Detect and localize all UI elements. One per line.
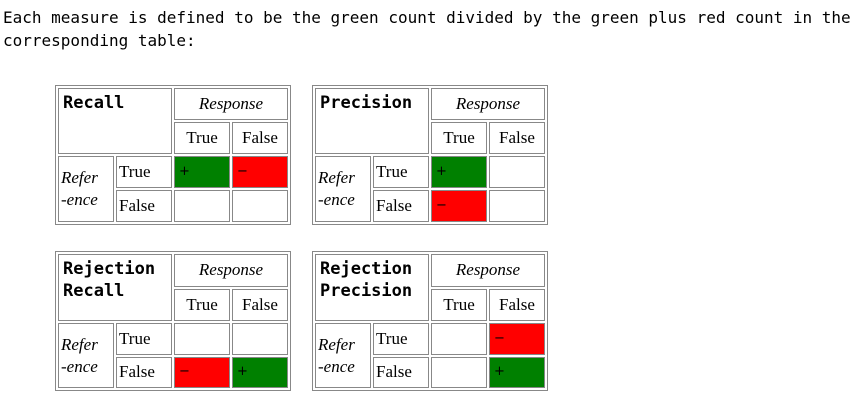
reference-header-top: Refer bbox=[61, 334, 98, 354]
cell-false-false bbox=[489, 190, 545, 222]
confusion-matrix-grid: Recall Response True False Refer -ence T… bbox=[55, 85, 548, 393]
response-true-header: True bbox=[431, 288, 487, 322]
cell-mark bbox=[432, 331, 436, 346]
precision-table: Precision Response True False Refer -enc… bbox=[312, 85, 548, 225]
table-title: Rejection Recall bbox=[58, 254, 172, 322]
cell-true-false: − bbox=[489, 323, 545, 355]
reference-true-label: True bbox=[116, 323, 172, 355]
reference-header-top: Refer bbox=[318, 334, 355, 354]
reference-header-bottom: -ence bbox=[61, 190, 98, 209]
table-title-line2: Recall bbox=[63, 281, 125, 301]
response-header: Response bbox=[431, 254, 545, 287]
response-true-header: True bbox=[431, 122, 487, 154]
response-true-header: True bbox=[174, 122, 230, 154]
table-title-line1: Rejection bbox=[63, 259, 156, 279]
reference-true-label: True bbox=[116, 156, 172, 188]
cell-mark: − bbox=[494, 330, 505, 346]
reference-header-bottom: -ence bbox=[318, 190, 355, 209]
cell-true-true bbox=[174, 323, 230, 355]
reference-header-bottom: -ence bbox=[318, 356, 355, 376]
cell-mark: − bbox=[179, 364, 190, 380]
reference-header: Refer -ence bbox=[315, 323, 371, 388]
cell-mark bbox=[233, 198, 237, 213]
reference-header-bottom: -ence bbox=[61, 356, 98, 376]
reference-false-label: False bbox=[116, 190, 172, 222]
reference-true-label: True bbox=[373, 156, 429, 188]
cell-mark: + bbox=[436, 164, 447, 179]
cell-mark: + bbox=[237, 364, 248, 380]
cell-true-true: + bbox=[431, 156, 487, 188]
cell-true-true: + bbox=[174, 156, 230, 188]
reference-header: Refer -ence bbox=[58, 156, 114, 222]
cell-mark: − bbox=[237, 164, 248, 179]
cell-mark bbox=[175, 198, 179, 213]
cell-mark bbox=[233, 331, 237, 346]
response-header: Response bbox=[174, 254, 288, 287]
table-title: Recall bbox=[58, 88, 172, 154]
response-true-header: True bbox=[174, 288, 230, 322]
cell-mark bbox=[432, 364, 436, 379]
cell-false-true bbox=[431, 356, 487, 388]
reference-header-top: Refer bbox=[61, 168, 98, 187]
reference-header: Refer -ence bbox=[315, 156, 371, 222]
table-title: Precision bbox=[315, 88, 429, 154]
cell-mark bbox=[175, 331, 179, 346]
cell-false-true: − bbox=[174, 356, 230, 388]
cell-true-false bbox=[489, 156, 545, 188]
reference-true-label: True bbox=[373, 323, 429, 355]
reference-header: Refer -ence bbox=[58, 323, 114, 388]
rejection-recall-table: Rejection Recall Response True False Ref… bbox=[55, 251, 291, 391]
cell-mark: + bbox=[494, 364, 505, 380]
cell-mark: − bbox=[436, 198, 447, 213]
cell-true-false bbox=[232, 323, 288, 355]
response-false-header: False bbox=[489, 122, 545, 154]
table-title-line1: Rejection bbox=[320, 259, 413, 279]
response-false-header: False bbox=[232, 288, 288, 322]
intro-text: Each measure is defined to be the green … bbox=[3, 8, 851, 50]
recall-table: Recall Response True False Refer -ence T… bbox=[55, 85, 291, 225]
table-title-line1: Recall bbox=[63, 93, 125, 113]
reference-header-top: Refer bbox=[318, 168, 355, 187]
cell-true-true bbox=[431, 323, 487, 355]
cell-mark bbox=[490, 198, 494, 213]
cell-false-true: − bbox=[431, 190, 487, 222]
cell-true-false: − bbox=[232, 156, 288, 188]
table-title-line1: Precision bbox=[320, 93, 413, 113]
reference-false-label: False bbox=[373, 190, 429, 222]
reference-false-label: False bbox=[116, 356, 172, 388]
cell-false-false: + bbox=[232, 356, 288, 388]
cell-mark: + bbox=[179, 164, 190, 179]
table-title: Rejection Precision bbox=[315, 254, 429, 322]
response-header: Response bbox=[174, 88, 288, 120]
cell-mark bbox=[490, 164, 494, 179]
cell-false-false: + bbox=[489, 356, 545, 388]
table-title-line2: Precision bbox=[320, 281, 413, 301]
cell-false-false bbox=[232, 190, 288, 222]
reference-false-label: False bbox=[373, 356, 429, 388]
cell-false-true bbox=[174, 190, 230, 222]
response-header: Response bbox=[431, 88, 545, 120]
response-false-header: False bbox=[489, 288, 545, 322]
response-false-header: False bbox=[232, 122, 288, 154]
rejection-precision-table: Rejection Precision Response True False … bbox=[312, 251, 548, 391]
